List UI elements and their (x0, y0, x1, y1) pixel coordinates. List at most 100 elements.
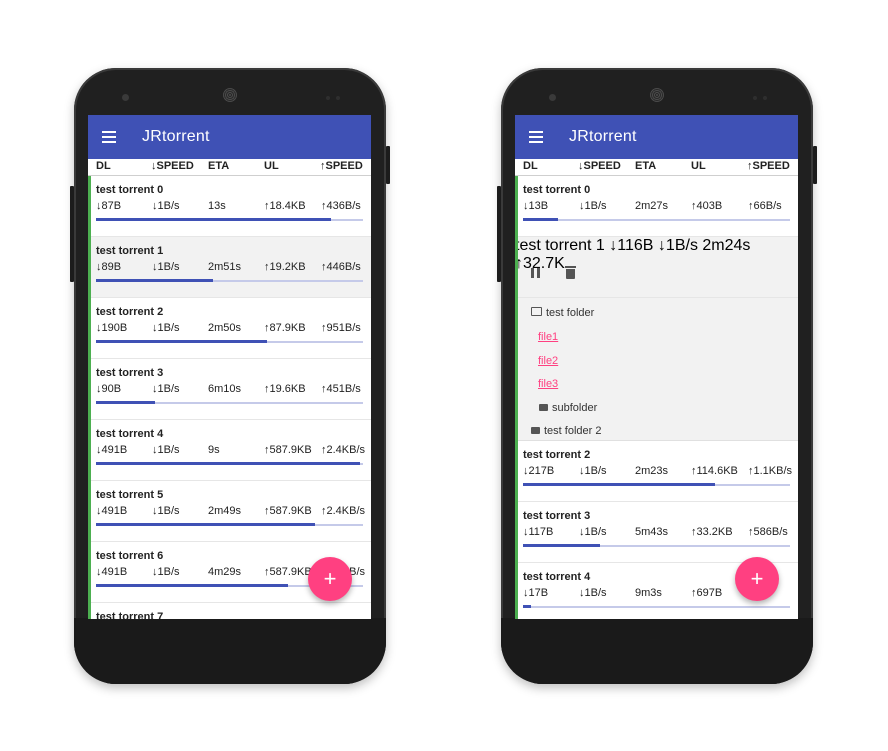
col-dl[interactable]: DL (96, 160, 111, 172)
column-header: DL ↓SPEED ETA UL ↑SPEED (88, 159, 371, 176)
progress-fill (96, 218, 331, 221)
progress-fill (96, 462, 361, 465)
earpiece-speaker (223, 88, 237, 102)
col-eta[interactable]: ETA (208, 160, 229, 172)
col-up-speed[interactable]: ↑SPEED (320, 160, 363, 172)
front-camera (122, 94, 129, 101)
uploaded: ↑697B (691, 587, 723, 599)
torrent-name: test torrent 5 (96, 489, 164, 501)
progress-bar (523, 544, 790, 547)
app-bar: JRtorrent (515, 115, 798, 159)
torrent-name: test torrent 4 (523, 571, 591, 583)
volume-button (497, 186, 501, 282)
downloaded: ↓87B (96, 200, 122, 212)
folder-open-icon (531, 307, 542, 316)
downloaded: ↓90B (96, 383, 122, 395)
col-ul[interactable]: UL (691, 160, 706, 172)
torrent-row[interactable]: test torrent 2 ↓190B ↓1B/s 2m50s ↑87.9KB ↑951… (88, 298, 371, 359)
front-camera (549, 94, 556, 101)
torrent-name: test torrent 2 (523, 449, 591, 461)
torrent-name: test torrent 0 (96, 184, 164, 196)
menu-icon[interactable] (102, 128, 116, 146)
col-eta[interactable]: ETA (635, 160, 656, 172)
column-header: DL ↓SPEED ETA UL ↑SPEED (515, 159, 798, 176)
progress-bar (523, 605, 790, 608)
power-button (813, 146, 817, 184)
downloaded: ↓17B (523, 587, 549, 599)
download-speed: ↓1B/s (152, 566, 180, 578)
progress-bar (96, 340, 363, 343)
progress-fill (96, 340, 267, 343)
progress-bar (96, 279, 363, 282)
folder-icon (531, 427, 540, 434)
pause-icon[interactable] (531, 268, 540, 278)
torrent-row[interactable]: test torrent 4 ↓491B ↓1B/s 9s ↑587.9KB ↑2.4KB… (88, 420, 371, 481)
torrent-name: test torrent 0 (523, 184, 591, 196)
download-speed: ↓1B/s (657, 237, 698, 254)
uploaded: ↑587.9KB (264, 505, 312, 517)
uploaded: ↑19.2KB (264, 261, 306, 273)
volume-button (70, 186, 74, 282)
screen: JRtorrent DL ↓SPEED ETA UL ↑SPEED test t… (88, 115, 371, 619)
col-down-speed[interactable]: ↓SPEED (578, 160, 621, 172)
download-speed: ↓1B/s (579, 465, 607, 477)
tree-file[interactable]: file1 (538, 331, 558, 343)
upload-speed: ↑436B/s (321, 200, 361, 212)
torrent-row-expanded[interactable]: test torrent 1 ↓116B ↓1B/s 2m24s ↑32.7K (515, 237, 798, 298)
torrent-name: test torrent 1 (96, 245, 164, 257)
status-indicator-bar (88, 176, 91, 619)
tree-subfolder[interactable]: subfolder (539, 402, 597, 414)
menu-icon[interactable] (529, 128, 543, 146)
torrent-name: test torrent 3 (96, 367, 164, 379)
download-speed: ↓1B/s (152, 383, 180, 395)
torrent-row[interactable]: test torrent 2 ↓217B ↓1B/s 2m23s ↑114.6KB ↑1.… (515, 441, 798, 502)
col-down-speed[interactable]: ↓SPEED (151, 160, 194, 172)
delete-icon[interactable] (565, 266, 576, 279)
torrent-row[interactable]: test torrent 3 ↓90B ↓1B/s 6m10s ↑19.6KB ↑451B… (88, 359, 371, 420)
download-speed: ↓1B/s (152, 200, 180, 212)
eta: 2m27s (635, 200, 669, 212)
torrent-row[interactable]: test torrent 7 (88, 603, 371, 619)
col-up-speed[interactable]: ↑SPEED (747, 160, 790, 172)
upload-speed: ↑1.1KB/s (748, 465, 793, 477)
downloaded: ↓217B (523, 465, 555, 477)
download-speed: ↓1B/s (152, 505, 180, 517)
downloaded: ↓190B (96, 322, 128, 334)
tree-file[interactable]: file3 (538, 378, 558, 390)
app-title: JRtorrent (142, 128, 210, 145)
torrent-row[interactable]: test torrent 3 ↓117B ↓1B/s 5m43s ↑33.2KB ↑586… (515, 502, 798, 563)
torrent-list[interactable]: test torrent 0 ↓13B ↓1B/s 2m27s ↑403B ↑6… (515, 176, 798, 619)
upload-speed: ↑586B/s (748, 526, 788, 538)
tree-folder[interactable]: test folder 2 (531, 425, 601, 437)
folder-icon (539, 404, 548, 411)
eta: 2m51s (208, 261, 242, 273)
downloaded: ↓116B (609, 237, 654, 254)
col-ul[interactable]: UL (264, 160, 279, 172)
add-torrent-button[interactable]: + (735, 557, 779, 601)
eta: 5m43s (635, 526, 669, 538)
torrent-list[interactable]: test torrent 0 ↓87B ↓1B/s 13s ↑18.4KB ↑436B/s… (88, 176, 371, 619)
tree-folder[interactable]: test folder (531, 307, 594, 319)
phone-left: JRtorrent DL ↓SPEED ETA UL ↑SPEED test t… (70, 68, 390, 684)
torrent-row[interactable]: test torrent 5 ↓491B ↓1B/s 2m49s ↑587.9KB ↑2.… (88, 481, 371, 542)
light-sensor (763, 96, 767, 100)
download-speed: ↓1B/s (579, 526, 607, 538)
torrent-row[interactable]: test torrent 1 ↓89B ↓1B/s 2m51s ↑19.2KB ↑446B… (88, 237, 371, 298)
tree-file[interactable]: file2 (538, 355, 558, 367)
status-indicator-bar (515, 176, 518, 619)
downloaded: ↓491B (96, 566, 128, 578)
col-dl[interactable]: DL (523, 160, 538, 172)
add-torrent-button[interactable]: + (308, 557, 352, 601)
eta: 9m3s (635, 587, 662, 599)
eta: 2m49s (208, 505, 242, 517)
eta: 13s (208, 200, 226, 212)
torrent-row[interactable]: test torrent 0 ↓87B ↓1B/s 13s ↑18.4KB ↑436B/s (88, 176, 371, 237)
app-bar: JRtorrent (88, 115, 371, 159)
downloaded: ↓491B (96, 444, 128, 456)
uploaded: ↑403B (691, 200, 723, 212)
download-speed: ↓1B/s (579, 587, 607, 599)
upload-speed: ↑451B/s (321, 383, 361, 395)
folder-label: test folder 2 (544, 425, 602, 437)
torrent-row[interactable]: test torrent 0 ↓13B ↓1B/s 2m27s ↑403B ↑6… (515, 176, 798, 237)
progress-bar (96, 523, 363, 526)
